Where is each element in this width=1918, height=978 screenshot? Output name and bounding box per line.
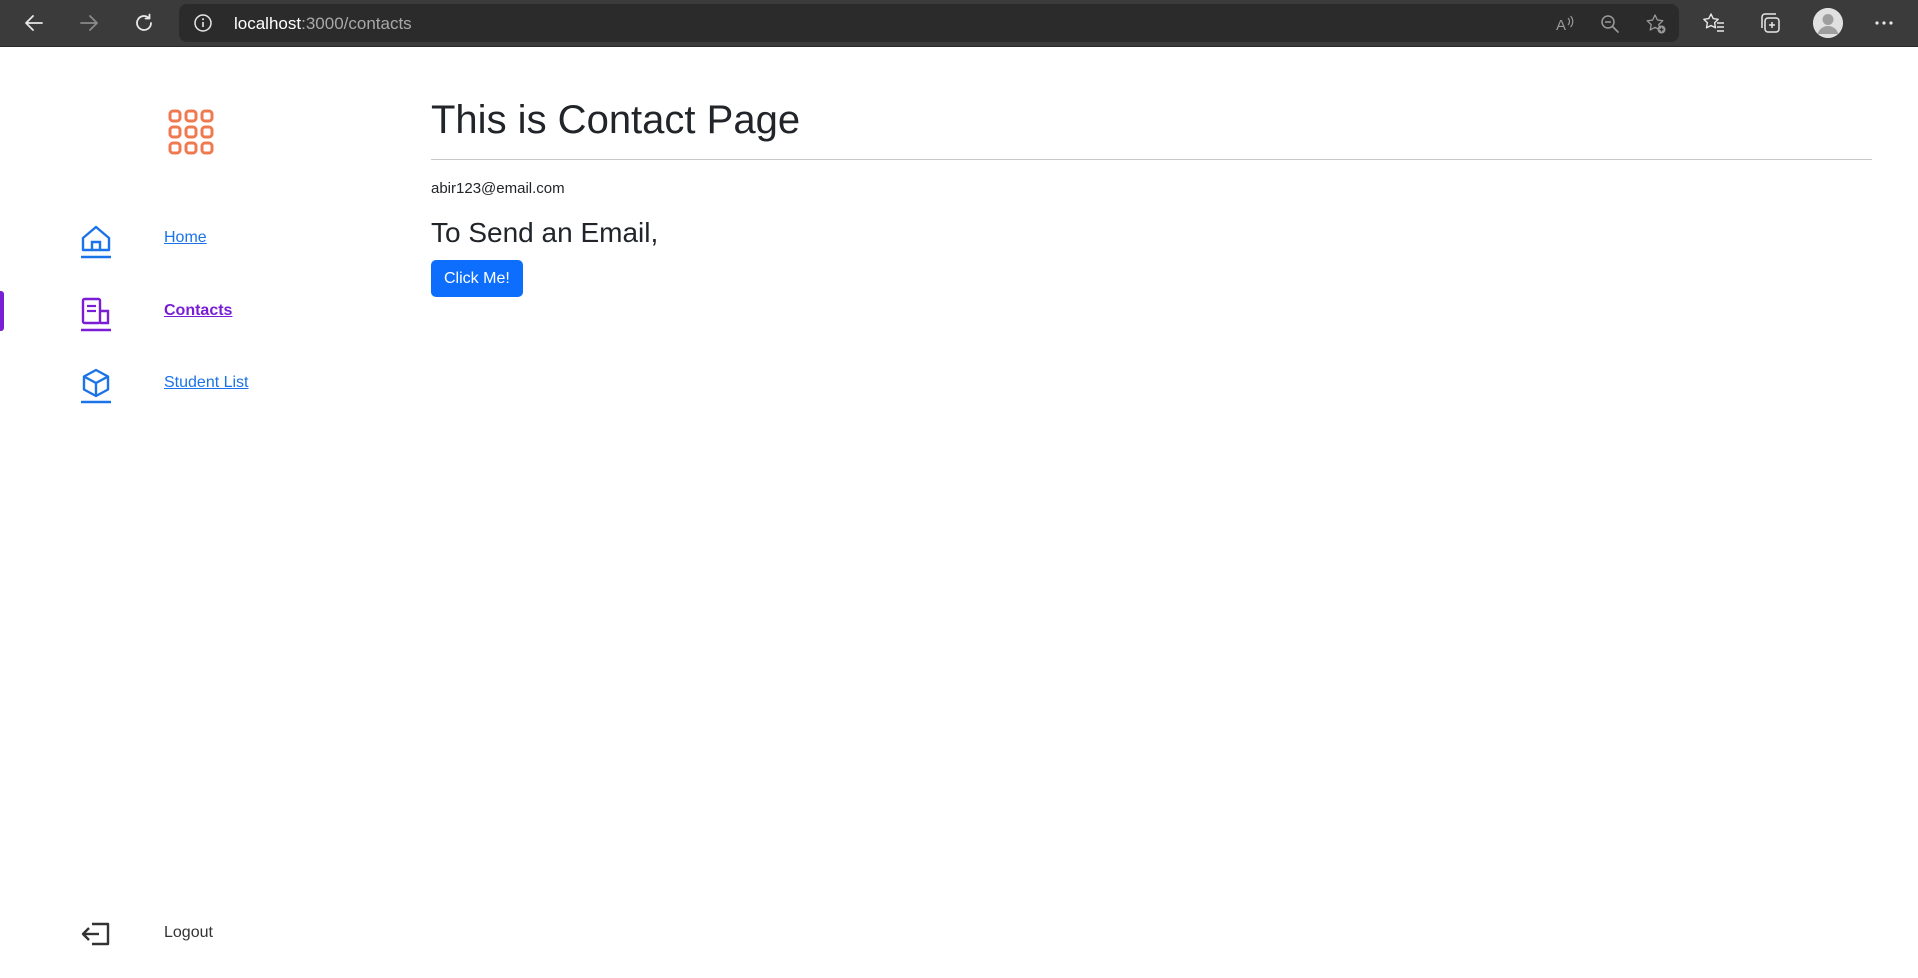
- add-favorite-icon[interactable]: [1645, 13, 1667, 35]
- address-bar[interactable]: localhost:3000/contacts A: [179, 4, 1679, 42]
- back-button[interactable]: [17, 7, 51, 39]
- read-aloud-icon[interactable]: A: [1554, 13, 1576, 35]
- logout-icon: [80, 918, 112, 950]
- sidebar-item-label[interactable]: Contacts: [164, 302, 232, 320]
- sidebar-item-label[interactable]: Student List: [164, 374, 249, 392]
- home-icon: [78, 222, 114, 260]
- refresh-button[interactable]: [127, 7, 161, 39]
- profile-avatar[interactable]: [1813, 8, 1843, 38]
- divider: [431, 159, 1872, 160]
- email-address: abir123@email.com: [431, 180, 565, 197]
- sidebar-item-home[interactable]: Home: [0, 216, 400, 264]
- zoom-out-icon[interactable]: [1599, 13, 1621, 35]
- collections-icon[interactable]: [1756, 9, 1784, 37]
- svg-text:A: A: [1556, 17, 1566, 34]
- site-info-icon[interactable]: [193, 13, 213, 33]
- browser-toolbar: localhost:3000/contacts A: [0, 0, 1918, 47]
- more-options-icon[interactable]: [1870, 9, 1898, 37]
- favorites-icon[interactable]: [1700, 9, 1728, 37]
- url-path: :3000/contacts: [301, 14, 412, 33]
- click-me-button[interactable]: Click Me!: [431, 260, 523, 297]
- back-arrow-icon: [25, 15, 43, 31]
- url-host: localhost: [234, 14, 302, 33]
- refresh-icon: [136, 13, 152, 31]
- forward-arrow-icon: [80, 15, 98, 31]
- forward-button[interactable]: [72, 7, 106, 39]
- sidebar: Home Contacts Student List Logout: [0, 48, 400, 978]
- logout-label: Logout: [164, 924, 213, 941]
- send-email-heading: To Send an Email,: [431, 217, 659, 248]
- sidebar-item-label[interactable]: Home: [164, 229, 207, 247]
- page-title: This is Contact Page: [431, 98, 801, 142]
- cube-icon: [78, 367, 114, 405]
- app-grid-icon[interactable]: [168, 109, 214, 155]
- url-text[interactable]: localhost:3000/contacts: [234, 14, 412, 34]
- sidebar-item-contacts[interactable]: Contacts: [0, 289, 400, 337]
- logout-button[interactable]: Logout: [0, 914, 400, 962]
- sidebar-item-student-list[interactable]: Student List: [0, 361, 400, 409]
- contacts-icon: [78, 295, 114, 333]
- active-indicator: [0, 291, 4, 331]
